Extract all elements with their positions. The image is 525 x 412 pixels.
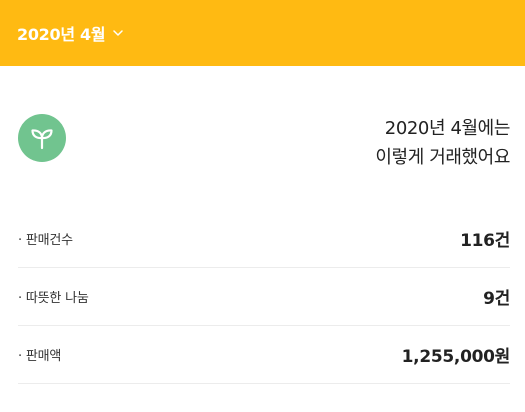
stat-row-sales-amount: · 판매액 1,255,000원 <box>18 326 510 384</box>
chevron-down-icon <box>113 29 124 37</box>
stat-label: · 판매액 <box>18 349 62 364</box>
summary-title-line-2: 이렇게 거래했어요 <box>375 147 510 168</box>
monthly-summary: 2020년 4월에는 이렇게 거래했어요 <box>18 114 510 170</box>
stat-row-sales-count: · 판매건수 116건 <box>18 210 510 268</box>
stat-value: 9건 <box>483 289 510 309</box>
stat-label: · 판매건수 <box>18 233 73 248</box>
stat-value: 116건 <box>460 231 510 251</box>
stat-label: · 따뜻한 나눔 <box>18 291 89 306</box>
stat-value: 1,255,000원 <box>401 347 511 367</box>
stats-list: · 판매건수 116건 · 따뜻한 나눔 9건 · 판매액 1,255,000원 <box>18 210 510 384</box>
summary-title: 2020년 4월에는 이렇게 거래했어요 <box>375 114 510 172</box>
month-selector[interactable]: 2020년 4월 <box>17 21 124 45</box>
stat-row-sharing: · 따뜻한 나눔 9건 <box>18 268 510 326</box>
leaf-sprout-icon <box>18 114 66 162</box>
month-label: 2020년 4월 <box>17 25 106 44</box>
summary-title-line-1: 2020년 4월에는 <box>384 118 511 139</box>
top-header: 2020년 4월 <box>0 0 525 66</box>
